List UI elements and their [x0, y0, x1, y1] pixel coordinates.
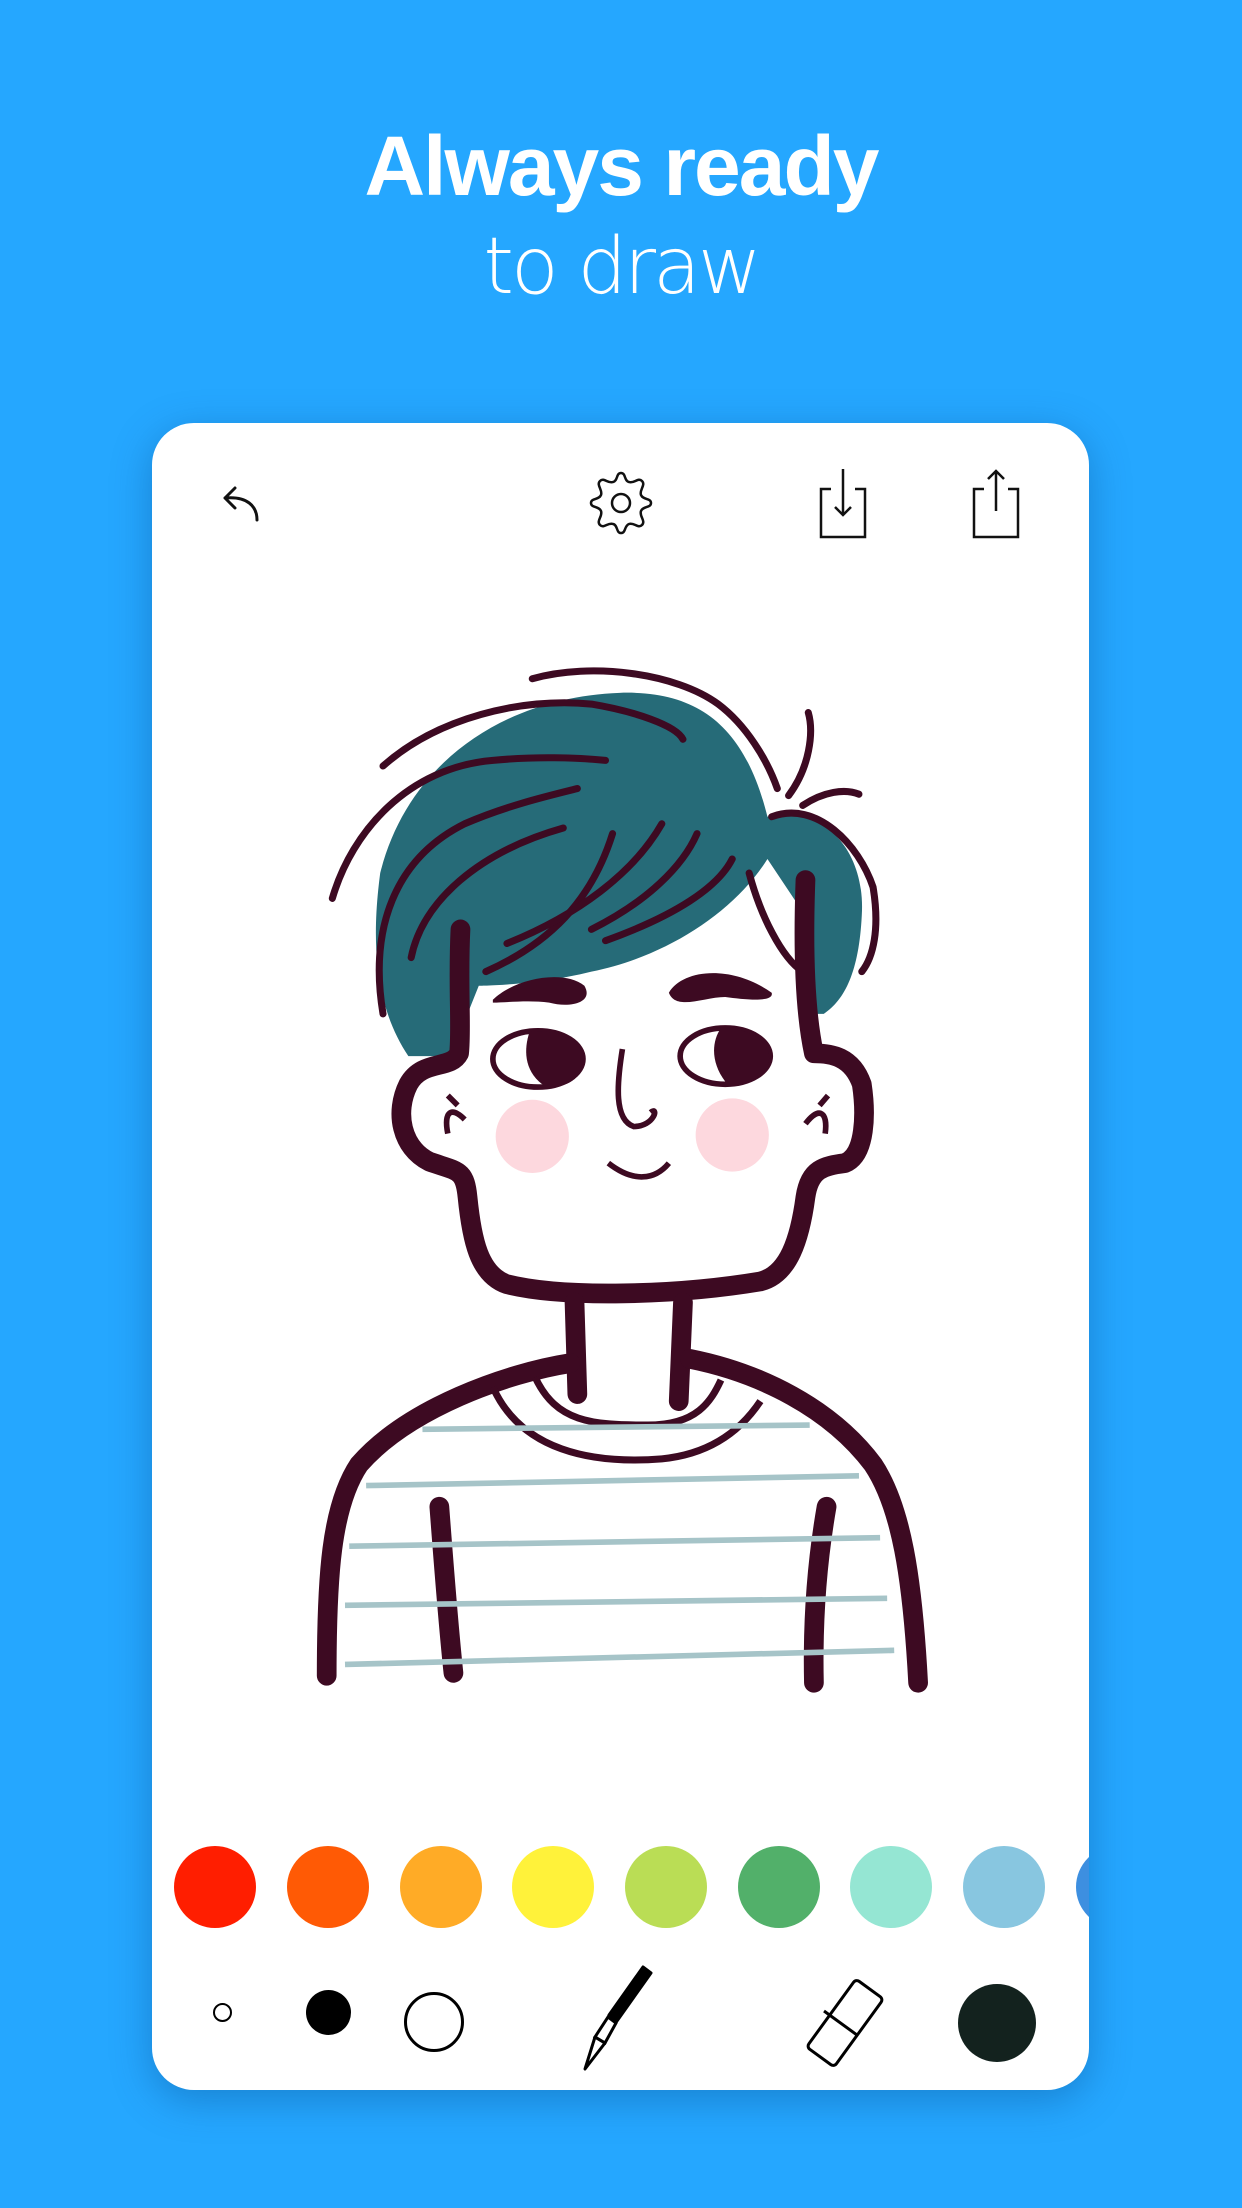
eraser-icon [806, 1979, 884, 2067]
headline-title: Always ready [364, 119, 880, 213]
color-swatch-green[interactable] [738, 1846, 820, 1928]
save-button[interactable] [803, 463, 883, 543]
color-swatch-orange[interactable] [287, 1846, 369, 1928]
share-button[interactable] [956, 463, 1036, 543]
brush-size-medium-icon [305, 1989, 351, 2035]
brush-size-large-icon [404, 1992, 464, 2052]
brush-size-large[interactable] [394, 1982, 474, 2062]
color-swatch-lime[interactable] [625, 1846, 707, 1928]
color-swatch-red[interactable] [174, 1846, 256, 1928]
settings-gear-icon [589, 471, 653, 535]
pen-icon [583, 1965, 653, 2071]
share-icon [972, 469, 1020, 539]
color-swatch-light-blue[interactable] [963, 1846, 1045, 1928]
eraser-tool-button[interactable] [802, 1973, 888, 2073]
color-swatch-mint[interactable] [850, 1846, 932, 1928]
color-swatch-yellow[interactable] [512, 1846, 594, 1928]
undo-button[interactable] [202, 463, 282, 543]
brush-size-small[interactable] [202, 1992, 242, 2032]
headline-subtitle: to draw [483, 222, 761, 312]
selected-color-dot [958, 1984, 1036, 2062]
settings-button[interactable] [581, 463, 661, 543]
color-swatch-blue[interactable] [1076, 1846, 1089, 1928]
undo-icon [223, 486, 259, 522]
drawing-app-card [152, 423, 1089, 2090]
brush-size-small-icon [212, 2002, 232, 2022]
selected-color-indicator[interactable] [957, 1983, 1037, 2063]
brush-size-medium[interactable] [298, 1982, 358, 2042]
pen-tool-button[interactable] [571, 1963, 671, 2083]
save-download-icon [819, 469, 867, 539]
color-swatch-amber[interactable] [400, 1846, 482, 1928]
